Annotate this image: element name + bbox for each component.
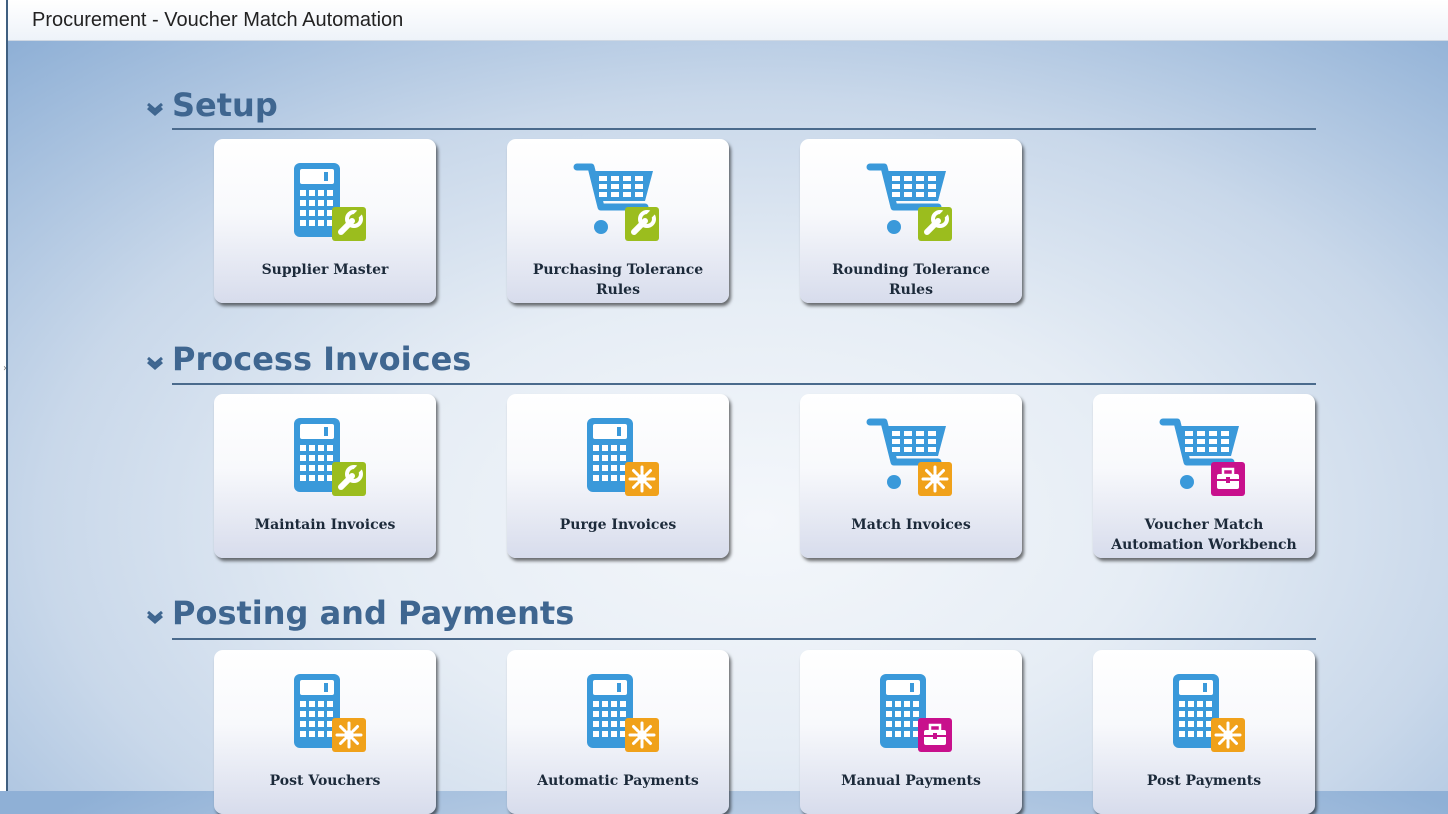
tile-label: Voucher Match Automation Workbench — [1111, 517, 1297, 553]
tile-label: Match Invoices — [851, 517, 971, 533]
expand-panel-icon[interactable]: › — [3, 364, 7, 374]
chevron-down-icon[interactable] — [144, 351, 166, 373]
tile-supplier-master[interactable]: Supplier Master — [214, 139, 436, 303]
tile-label: Purchasing Tolerance Rules — [532, 262, 704, 298]
calculator-icon — [294, 163, 366, 241]
tile-label: Automatic Payments — [537, 773, 699, 789]
chevron-down-icon[interactable] — [144, 605, 166, 627]
section-title: Posting and Payments — [172, 594, 575, 632]
tile-manual-payments[interactable]: Manual Payments — [800, 650, 1022, 814]
tile-rounding-tolerance-rules[interactable]: Rounding Tolerance Rules — [800, 139, 1022, 303]
tile-label: Post Payments — [1146, 773, 1262, 789]
chevron-down-icon[interactable] — [144, 97, 166, 119]
shopping-cart-icon — [573, 163, 659, 241]
tile-purge-invoices[interactable]: Purge Invoices — [507, 394, 729, 558]
section-divider — [172, 638, 1316, 640]
left-panel-border — [0, 0, 8, 791]
section-divider — [172, 383, 1316, 385]
section-title: Setup — [172, 86, 278, 124]
tile-voucher-match-automation-workbench[interactable]: Voucher Match Automation Workbench — [1093, 394, 1315, 558]
calculator-icon — [1173, 674, 1245, 752]
tile-automatic-payments[interactable]: Automatic Payments — [507, 650, 729, 814]
tile-label: Post Vouchers — [269, 773, 381, 789]
section-title: Process Invoices — [172, 340, 472, 378]
tile-post-vouchers[interactable]: Post Vouchers — [214, 650, 436, 814]
tile-label: Rounding Tolerance Rules — [832, 262, 990, 298]
shopping-cart-icon — [866, 163, 952, 241]
tile-match-invoices[interactable]: Match Invoices — [800, 394, 1022, 558]
tile-label: Manual Payments — [841, 773, 981, 789]
tile-label: Supplier Master — [261, 262, 389, 278]
tile-label: Purge Invoices — [559, 517, 677, 533]
section-divider — [172, 128, 1316, 130]
tile-purchasing-tolerance-rules[interactable]: Purchasing Tolerance Rules — [507, 139, 729, 303]
calculator-icon — [587, 674, 659, 752]
title-bar: Procurement - Voucher Match Automation — [8, 0, 1448, 41]
calculator-icon — [294, 418, 366, 496]
tile-maintain-invoices[interactable]: Maintain Invoices — [214, 394, 436, 558]
tile-label: Maintain Invoices — [254, 517, 396, 533]
page-title: Procurement - Voucher Match Automation — [32, 9, 404, 31]
shopping-cart-icon — [1159, 418, 1245, 496]
tile-post-payments[interactable]: Post Payments — [1093, 650, 1315, 814]
calculator-icon — [880, 674, 952, 752]
shopping-cart-icon — [866, 418, 952, 496]
calculator-icon — [294, 674, 366, 752]
calculator-icon — [587, 418, 659, 496]
